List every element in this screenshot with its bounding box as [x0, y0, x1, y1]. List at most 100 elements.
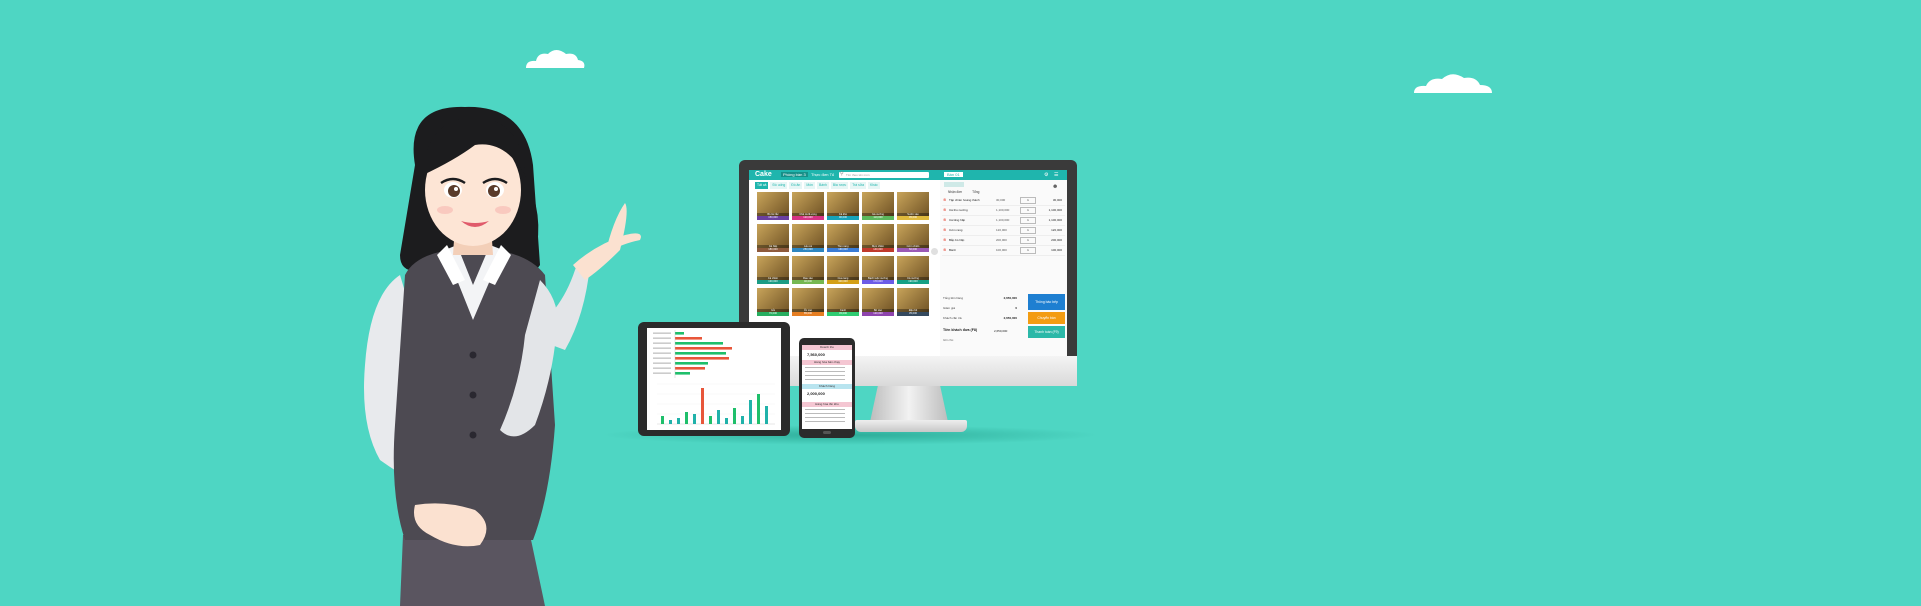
hbar — [675, 357, 729, 360]
category-tab[interactable]: Bia rượu — [830, 182, 849, 189]
notify-kitchen-button[interactable]: Thông báo bếp — [1028, 294, 1065, 310]
vbar — [741, 416, 744, 424]
order-row[interactable]: ⊗ Cá thu nướng 1,100,000 1 1,100,000 — [942, 206, 1065, 216]
quantity-stepper[interactable]: 1 — [1020, 197, 1036, 204]
search-input[interactable]: ⚲ Tìm theo tên món — [839, 171, 929, 178]
category-tab[interactable]: Khác — [867, 182, 880, 189]
table-selector[interactable] — [944, 182, 964, 187]
quantity-stepper[interactable]: 1 — [1020, 227, 1036, 234]
hbar — [675, 332, 684, 335]
product-card[interactable]: Rau xào 40,000 — [792, 256, 824, 284]
hbar-label — [653, 337, 671, 339]
order-subtab[interactable]: Tổng — [972, 190, 979, 194]
order-item-total: 100,000 — [1051, 248, 1062, 252]
product-card[interactable]: Cá kho 90,000 — [827, 192, 859, 220]
order-items: ⊗ Tập chiên hoàng thành 30,000 1 30,000 ⊗ Cá t… — [942, 196, 1065, 256]
location-label[interactable]: Phòng bàn 3 — [781, 172, 808, 177]
product-card[interactable]: Tôm rang 160,000 — [827, 224, 859, 252]
delete-icon[interactable]: ⊗ — [943, 237, 946, 242]
category-tab[interactable]: Trà sữa — [850, 182, 866, 189]
product-card[interactable]: Bò xào 120,000 — [862, 288, 894, 316]
product-price: 95,000 — [897, 216, 929, 220]
product-card[interactable]: Lẩu cá 250,000 — [792, 224, 824, 252]
delete-icon[interactable]: ⊗ — [943, 247, 946, 252]
phone-header-revenue: Doanh thu — [802, 345, 852, 350]
summary-value: 0 — [1015, 306, 1017, 310]
pos-logo: Cake — [755, 171, 772, 178]
product-card[interactable]: Ốc xào 85,000 — [792, 288, 824, 316]
order-row[interactable]: ⊗ Cơm rang 120,000 1 120,000 — [942, 226, 1065, 236]
search-icon: ⚲ — [840, 171, 844, 177]
phone-header-bestsellers: Hàng hóa bán chạy — [802, 360, 852, 365]
order-subtab[interactable]: Nhận đơn — [948, 190, 962, 194]
vbar — [693, 414, 696, 424]
order-item-total: 1,100,000 — [1048, 218, 1062, 222]
product-card[interactable]: Đậu hũ 35,000 — [897, 288, 929, 316]
product-card[interactable]: Chả cá lã vọng 120,000 — [792, 192, 824, 220]
hbar — [675, 342, 723, 345]
order-row[interactable]: ⊗ Bắp bò hấp 200,000 1 200,000 — [942, 236, 1065, 246]
move-table-button[interactable]: Chuyển bàn — [1028, 312, 1065, 324]
quantity-stepper[interactable]: 1 — [1020, 247, 1036, 254]
order-item-name: Cá thu nướng — [949, 208, 968, 212]
category-tab[interactable]: Tất cả — [755, 182, 769, 189]
product-price: 40,000 — [792, 280, 824, 284]
quantity-stepper[interactable]: 1 — [1020, 217, 1036, 224]
next-page-button[interactable] — [931, 248, 938, 255]
payment-button[interactable]: Thanh toán (F9) — [1028, 326, 1065, 338]
delete-icon[interactable]: ⊗ — [943, 217, 946, 222]
order-row[interactable]: ⊗ Bánh 100,000 1 100,000 — [942, 246, 1065, 256]
tablet — [638, 322, 790, 436]
order-summary: Tổng tiền hàng 2,650,000 Giảm giá 0 Khách cầ… — [942, 294, 1018, 324]
search-placeholder: Tìm theo tên món — [846, 173, 870, 177]
pos-screen: Cake Phòng bàn 3 Thực đơn Tủ ⚲ Tìm theo … — [749, 170, 1067, 356]
product-price: 250,000 — [792, 248, 824, 252]
order-row[interactable]: ⊗ Cá lăng hấp 1,100,000 1 1,100,000 — [942, 216, 1065, 226]
summary-label: Khách cần trả — [943, 316, 962, 320]
customer-paid-value[interactable]: 2,650,000 — [994, 329, 1007, 333]
vbar — [677, 418, 680, 424]
product-price: 160,000 — [827, 248, 859, 252]
phone-revenue-value: 7,560,000 — [807, 352, 825, 357]
product-card[interactable]: Cua rang 300,000 — [827, 256, 859, 284]
category-tab[interactable]: Món — [804, 182, 815, 189]
category-tab[interactable]: Đồ uống — [770, 182, 788, 189]
order-item-price: 30,000 — [996, 198, 1006, 202]
phone-text-lines-1 — [805, 367, 845, 381]
product-card[interactable]: Cá nướng 190,000 — [897, 256, 929, 284]
hbar-label — [653, 357, 671, 359]
quantity-stepper[interactable]: 1 — [1020, 237, 1036, 244]
product-card[interactable]: Bò lúc lắc 150,000 — [757, 192, 789, 220]
phone-header-customers: Khách hàng — [802, 384, 852, 389]
order-item-name: Bánh — [949, 248, 957, 252]
product-card[interactable]: Gỏi 70,000 — [757, 288, 789, 316]
product-card[interactable]: Cá hấp 180,000 — [757, 224, 789, 252]
order-item-price: 200,000 — [996, 238, 1007, 242]
vbar — [725, 418, 728, 424]
product-card[interactable]: Sườn xào 95,000 — [897, 192, 929, 220]
vbar — [717, 410, 720, 424]
order-row[interactable]: ⊗ Tập chiên hoàng thành 30,000 1 30,000 — [942, 196, 1065, 206]
product-card[interactable]: Gà nướng 110,000 — [862, 192, 894, 220]
store-label[interactable]: Thực đơn Tủ — [811, 172, 834, 177]
settings-icon[interactable]: ⚙ — [1044, 172, 1048, 178]
menu-icon[interactable]: ☰ — [1054, 172, 1058, 178]
product-card[interactable]: Cơm chiên 60,000 — [897, 224, 929, 252]
summary-row: Khách cần trả 2,650,000 — [942, 314, 1018, 324]
delete-icon[interactable]: ⊗ — [943, 227, 946, 232]
order-tab[interactable]: Bàn 01 — [944, 172, 963, 177]
product-card[interactable]: Cá chiên 130,000 — [757, 256, 789, 284]
quantity-stepper[interactable]: 1 — [1020, 207, 1036, 214]
note-label[interactable]: Ghi chú — [943, 338, 953, 342]
category-tab[interactable]: Bánh — [816, 182, 829, 189]
summary-row: Giảm giá 0 — [942, 304, 1018, 314]
phone: Doanh thu 7,560,000 Hàng hóa bán chạy Kh… — [799, 338, 855, 438]
product-card[interactable]: Canh 45,000 — [827, 288, 859, 316]
product-card[interactable]: Mực chiên 140,000 — [862, 224, 894, 252]
phone-home-button[interactable] — [823, 431, 831, 434]
delete-icon[interactable]: ⊗ — [943, 197, 946, 202]
category-tab[interactable]: Đồ ăn — [789, 182, 803, 189]
product-card[interactable]: Bạch tuộc nướng 170,000 — [862, 256, 894, 284]
hbar — [675, 337, 702, 340]
delete-icon[interactable]: ⊗ — [943, 207, 946, 212]
